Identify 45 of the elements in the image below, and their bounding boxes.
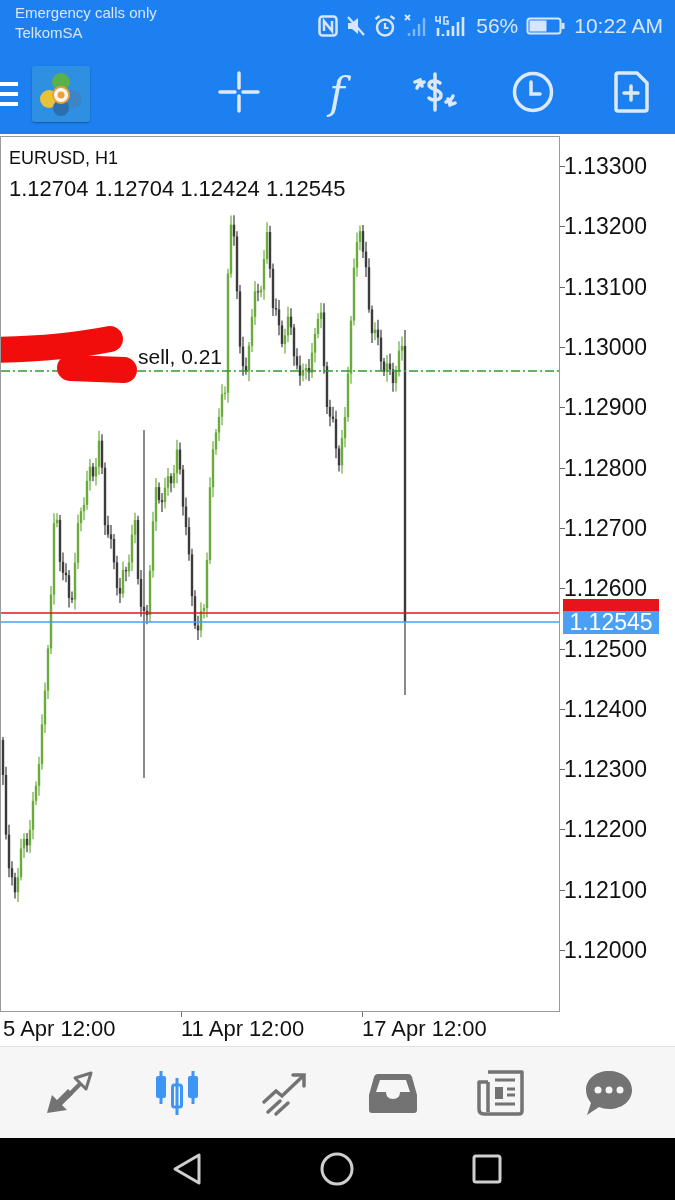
indicators-button[interactable]: f	[325, 70, 349, 118]
price-tick-label: 1.12200	[564, 817, 648, 842]
menu-icon	[0, 81, 18, 107]
ohlc-values: 1.12704 1.12704 1.12424 1.12545	[9, 177, 346, 201]
app-logo-icon	[32, 66, 90, 122]
price-tick-label: 1.12800	[564, 455, 648, 480]
time-tick-label: 17 Apr 12:00	[362, 1017, 487, 1041]
crosshair-icon	[218, 71, 260, 113]
price-tick-label: 1.12700	[564, 515, 648, 540]
clock-time: 10:22 AM	[574, 14, 663, 38]
price-tick-label: 1.12900	[564, 395, 648, 420]
clock-icon	[512, 71, 554, 113]
price-tick-label: 1.13200	[564, 214, 648, 239]
app-logo-button[interactable]	[32, 66, 90, 122]
price-tick-label: 1.12400	[564, 696, 648, 721]
price-tick-label: 1.13300	[564, 154, 648, 179]
carrier-text: Emergency calls only	[15, 4, 157, 22]
recents-icon	[471, 1154, 502, 1184]
new-document-icon	[613, 71, 649, 113]
price-tick-label: 1.13000	[564, 335, 648, 360]
home-icon	[319, 1152, 354, 1186]
bid-price-tag: 1.12545	[563, 611, 659, 634]
price-tick-label: 1.12600	[564, 576, 648, 601]
alarm-icon	[374, 14, 397, 38]
carrier-text: TelkomSA	[15, 24, 83, 42]
timeframe-button[interactable]	[511, 70, 555, 114]
symbol-timeframe: EURUSD, H1	[9, 147, 119, 169]
mute-icon	[346, 14, 367, 38]
time-tick-label: 5 Apr 12:00	[3, 1017, 116, 1041]
price-tick-label: 1.12300	[564, 757, 648, 782]
no-signal-icon	[404, 14, 427, 38]
menu-button[interactable]	[0, 81, 18, 107]
price-tick-label: 1.12000	[564, 938, 648, 962]
battery-percent: 56%	[476, 14, 519, 38]
order-label: sell, 0.21	[138, 345, 223, 368]
dollar-exchange-icon	[413, 72, 457, 112]
time-tick-label: 11 Apr 12:00	[181, 1017, 305, 1041]
trade-button[interactable]	[413, 70, 457, 114]
price-tick-label: 1.12100	[564, 877, 648, 902]
price-tick-label: 1.12500	[564, 636, 648, 661]
back-icon	[171, 1152, 202, 1186]
crosshair-button[interactable]	[217, 70, 261, 114]
newspaper-icon	[476, 1067, 526, 1118]
price-tick-label: 1.13100	[564, 274, 648, 299]
nfc-icon	[318, 14, 339, 38]
